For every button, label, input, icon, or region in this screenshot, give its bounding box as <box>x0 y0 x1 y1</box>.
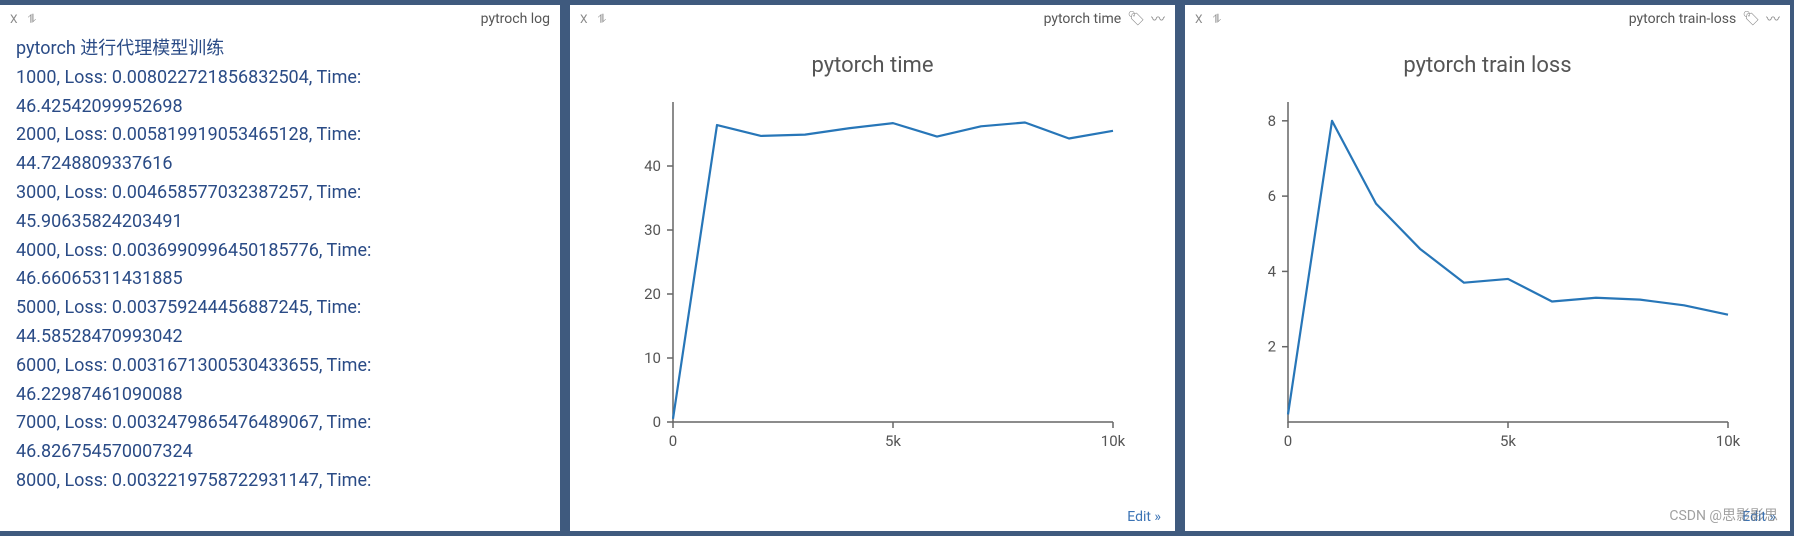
log-line: 1000, Loss: 0.008022721856832504, Time: <box>16 64 554 93</box>
edit-link[interactable]: Edit » <box>1127 509 1161 525</box>
svg-text:8: 8 <box>1267 112 1275 130</box>
anchor-icon[interactable]: ⥮ <box>1211 12 1224 27</box>
anchor-icon[interactable]: ⥮ <box>26 12 39 27</box>
edit-link[interactable]: Edit » <box>1742 509 1776 525</box>
anchor-icon[interactable]: ⥮ <box>596 12 609 27</box>
log-line: 46.826754570007324 <box>16 438 554 467</box>
time-chart-title: pytorch time <box>811 53 933 78</box>
log-line: 46.42542099952698 <box>16 93 554 122</box>
svg-text:10: 10 <box>644 349 661 367</box>
svg-text:0: 0 <box>652 413 660 431</box>
svg-text:10k: 10k <box>1715 432 1740 450</box>
log-line: 46.66065311431885 <box>16 265 554 294</box>
loss-chart-title: pytorch train loss <box>1403 53 1571 78</box>
line-icon[interactable]: 〰 <box>1766 9 1780 29</box>
time-chart-body: pytorch time 0 10 20 30 40 0 5k 10k Edit » <box>570 33 1175 531</box>
loss-chart-title-label: pytorch train-loss 🏷 〰 <box>1629 9 1780 29</box>
svg-text:40: 40 <box>644 157 661 175</box>
log-line: 44.7248809337616 <box>16 150 554 179</box>
log-line: 3000, Loss: 0.004658577032387257, Time: <box>16 179 554 208</box>
close-icon[interactable]: X <box>8 12 20 26</box>
line-icon[interactable]: 〰 <box>1151 9 1165 29</box>
time-chart-plot[interactable]: 0 10 20 30 40 0 5k 10k <box>613 92 1133 466</box>
tag-icon[interactable]: 🏷 <box>1742 11 1760 27</box>
svg-text:20: 20 <box>644 285 661 303</box>
log-line: 8000, Loss: 0.0032219758722931147, Time: <box>16 467 554 496</box>
close-icon[interactable]: X <box>578 12 590 26</box>
svg-text:2: 2 <box>1267 338 1275 356</box>
log-line: 46.22987461090088 <box>16 381 554 410</box>
log-panel-title: pytroch log <box>481 11 550 27</box>
time-chart-panel: X ⥮ pytorch time 🏷 〰 pytorch time 0 10 20 3… <box>570 5 1175 531</box>
log-panel: X ⥮ pytroch log pytorch 进行代理模型训练1000, Lo… <box>0 5 560 531</box>
svg-text:10k: 10k <box>1100 432 1125 450</box>
header-text: pytorch train-loss <box>1629 11 1736 27</box>
log-line: 4000, Loss: 0.0036990996450185776, Time: <box>16 237 554 266</box>
svg-text:30: 30 <box>644 221 661 239</box>
log-line: 44.58528470993042 <box>16 323 554 352</box>
log-line: 5000, Loss: 0.003759244456887245, Time: <box>16 294 554 323</box>
close-icon[interactable]: X <box>1193 12 1205 26</box>
svg-text:5k: 5k <box>884 432 900 450</box>
log-line: pytorch 进行代理模型训练 <box>16 35 554 64</box>
log-line: 2000, Loss: 0.005819919053465128, Time: <box>16 121 554 150</box>
time-chart-header: X ⥮ pytorch time 🏷 〰 <box>570 5 1175 33</box>
svg-text:5k: 5k <box>1499 432 1515 450</box>
log-body[interactable]: pytorch 进行代理模型训练1000, Loss: 0.0080227218… <box>0 33 560 531</box>
loss-chart-panel: X ⥮ pytorch train-loss 🏷 〰 pytorch train… <box>1185 5 1790 531</box>
svg-text:0: 0 <box>668 432 676 450</box>
header-text: pytorch time <box>1044 11 1122 27</box>
svg-text:4: 4 <box>1267 262 1276 280</box>
log-line: 6000, Loss: 0.0031671300530433655, Time: <box>16 352 554 381</box>
loss-chart-body: pytorch train loss 2 4 6 8 0 5k 10k Edit » <box>1185 33 1790 531</box>
tag-icon[interactable]: 🏷 <box>1127 11 1145 27</box>
svg-text:0: 0 <box>1283 432 1291 450</box>
loss-chart-plot[interactable]: 2 4 6 8 0 5k 10k <box>1228 92 1748 466</box>
log-panel-header: X ⥮ pytroch log <box>0 5 560 33</box>
time-chart-title-label: pytorch time 🏷 〰 <box>1044 9 1165 29</box>
svg-text:6: 6 <box>1267 187 1275 205</box>
loss-chart-header: X ⥮ pytorch train-loss 🏷 〰 <box>1185 5 1790 33</box>
log-line: 7000, Loss: 0.0032479865476489067, Time: <box>16 409 554 438</box>
log-line: 45.90635824203491 <box>16 208 554 237</box>
